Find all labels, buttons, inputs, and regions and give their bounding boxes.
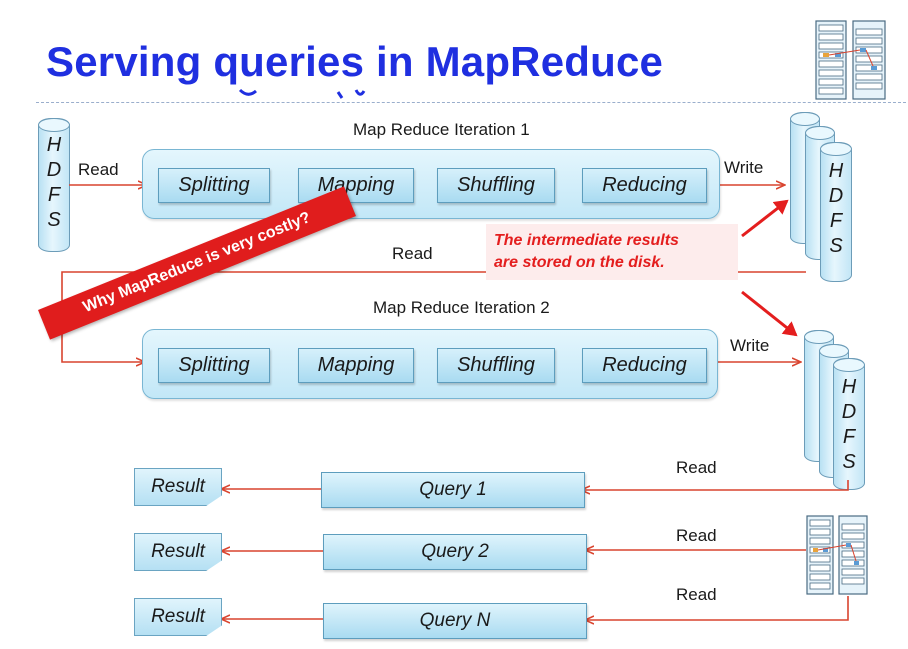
result-n-doc: Result bbox=[134, 598, 222, 636]
hdfs-output-cylinder-front: H D F S bbox=[820, 142, 852, 282]
iteration2-write-label: Write bbox=[730, 336, 770, 355]
result-2-doc: Result bbox=[134, 533, 222, 571]
hdfs-letter: D bbox=[841, 401, 857, 423]
hdfs-letter: F bbox=[842, 426, 856, 448]
mapping-step: Mapping bbox=[298, 348, 414, 383]
intermediate-results-callout: The intermediate results are stored on t… bbox=[486, 224, 738, 280]
splitting-step: Splitting bbox=[158, 168, 270, 203]
callout-line: The intermediate results bbox=[494, 232, 679, 249]
hdfs-letter: S bbox=[829, 235, 843, 257]
iteration2-title: Map Reduce Iteration 2 bbox=[373, 298, 550, 317]
intermediate-read-label: Read bbox=[392, 244, 433, 263]
shuffling-step: Shuffling bbox=[437, 348, 555, 383]
shuffling-step: Shuffling bbox=[437, 168, 555, 203]
hdfs-letter: H bbox=[46, 134, 62, 156]
iteration1-read-label: Read bbox=[78, 160, 119, 179]
hdfs-letter: F bbox=[47, 184, 61, 206]
hdfs-output2-cylinder-front: H D F S bbox=[833, 358, 865, 490]
reducing-step: Reducing bbox=[582, 348, 707, 383]
queryn-read-label: Read bbox=[676, 585, 717, 604]
title-descender-artifact bbox=[238, 88, 366, 99]
result-1-doc: Result bbox=[134, 468, 222, 506]
server-rack-icon bbox=[806, 515, 868, 595]
iteration1-title: Map Reduce Iteration 1 bbox=[353, 120, 530, 139]
title-divider bbox=[36, 102, 906, 103]
query1-read-label: Read bbox=[676, 458, 717, 477]
reducing-step: Reducing bbox=[582, 168, 707, 203]
query-n-box: Query N bbox=[323, 603, 587, 639]
hdfs-letter: D bbox=[828, 185, 844, 207]
hdfs-letter: H bbox=[828, 160, 844, 182]
slide-title: Serving queries in MapReduce bbox=[46, 38, 664, 85]
iteration1-pipeline: Splitting Mapping Shuffling Reducing bbox=[142, 149, 720, 219]
callout-line: are stored on the disk. bbox=[494, 254, 665, 271]
hdfs-letter: H bbox=[841, 376, 857, 398]
hdfs-letter: S bbox=[842, 451, 856, 473]
server-rack-icon bbox=[815, 20, 886, 100]
hdfs-letter: S bbox=[47, 209, 61, 231]
hdfs-letter: F bbox=[829, 210, 843, 232]
hdfs-source-cylinder: H D F S bbox=[38, 118, 70, 252]
query-2-box: Query 2 bbox=[323, 534, 587, 570]
query2-read-label: Read bbox=[676, 526, 717, 545]
splitting-step: Splitting bbox=[158, 348, 270, 383]
iteration2-pipeline: Splitting Mapping Shuffling Reducing bbox=[142, 329, 718, 399]
hdfs-letter: D bbox=[46, 159, 62, 181]
iteration1-write-label: Write bbox=[724, 158, 764, 177]
query-1-box: Query 1 bbox=[321, 472, 585, 508]
